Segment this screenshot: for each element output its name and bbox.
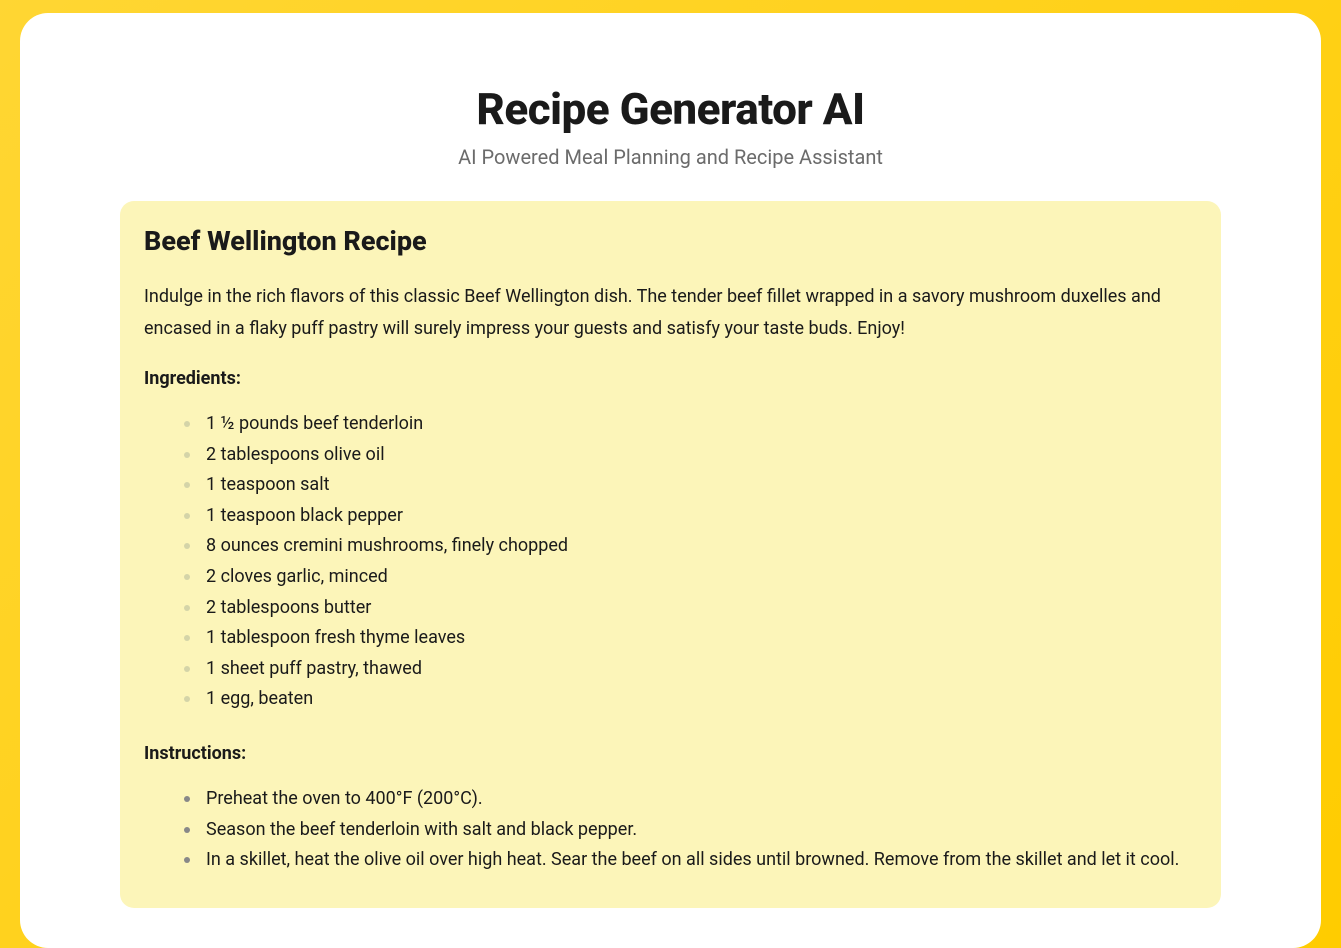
recipe-title: Beef Wellington Recipe <box>144 225 1197 257</box>
ingredient-item: 1 sheet puff pastry, thawed <box>184 654 1197 685</box>
ingredient-item: 2 cloves garlic, minced <box>184 562 1197 593</box>
ingredient-item: 1 tablespoon fresh thyme leaves <box>184 623 1197 654</box>
recipe-box: Beef Wellington Recipe Indulge in the ri… <box>120 201 1221 908</box>
page-subtitle: AI Powered Meal Planning and Recipe Assi… <box>120 145 1221 169</box>
instruction-item: In a skillet, heat the olive oil over hi… <box>184 845 1197 876</box>
instruction-item: Preheat the oven to 400°F (200°C). <box>184 784 1197 815</box>
ingredient-item: 2 tablespoons butter <box>184 593 1197 624</box>
instructions-list: Preheat the oven to 400°F (200°C). Seaso… <box>144 784 1197 876</box>
ingredient-item: 2 tablespoons olive oil <box>184 440 1197 471</box>
ingredient-item: 1 ½ pounds beef tenderloin <box>184 409 1197 440</box>
main-card: Recipe Generator AI AI Powered Meal Plan… <box>20 13 1321 948</box>
ingredient-item: 1 teaspoon salt <box>184 470 1197 501</box>
instructions-label: Instructions: <box>144 743 1197 764</box>
ingredient-item: 1 egg, beaten <box>184 684 1197 715</box>
ingredients-list: 1 ½ pounds beef tenderloin 2 tablespoons… <box>144 409 1197 715</box>
page-header: Recipe Generator AI AI Powered Meal Plan… <box>120 83 1221 169</box>
ingredients-label: Ingredients: <box>144 368 1197 389</box>
page-title: Recipe Generator AI <box>120 83 1221 135</box>
ingredient-item: 1 teaspoon black pepper <box>184 501 1197 532</box>
instruction-item: Season the beef tenderloin with salt and… <box>184 815 1197 846</box>
ingredient-item: 8 ounces cremini mushrooms, finely chopp… <box>184 531 1197 562</box>
recipe-description: Indulge in the rich flavors of this clas… <box>144 281 1197 344</box>
